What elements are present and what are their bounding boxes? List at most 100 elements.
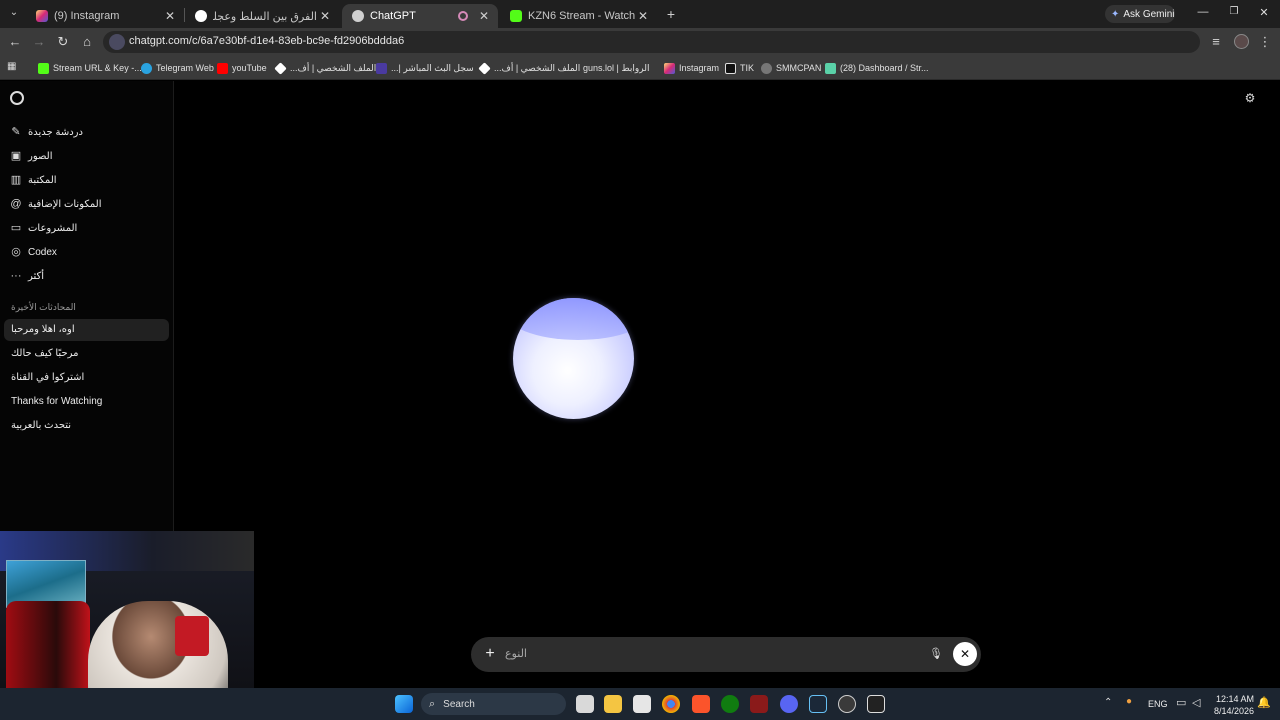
- diamond-icon: [478, 61, 491, 75]
- bookmark-label: guns.lol | الروابط: [583, 62, 650, 73]
- bookmark-item[interactable]: Telegram Web: [141, 61, 214, 75]
- sidebar-item-projects[interactable]: ▭ المشروعات: [10, 218, 168, 238]
- recent-chat-item[interactable]: اشتركوا في القناة: [4, 367, 169, 389]
- media-controls-icon[interactable]: ≡: [1207, 33, 1225, 51]
- back-button[interactable]: ←: [6, 33, 24, 51]
- sidebar-item-label: أكثر: [28, 270, 45, 282]
- tab-chatgpt[interactable]: ChatGPT ✕: [342, 4, 498, 28]
- tab-search-icon[interactable]: ⌄: [6, 7, 22, 21]
- sidebar-item-images[interactable]: ▣ الصور: [10, 146, 168, 166]
- sidebar-item-label: Codex: [28, 246, 57, 258]
- chatgpt-logo-icon[interactable]: [10, 91, 24, 105]
- bookmark-item[interactable]: الملف الشخصي | أف...: [478, 61, 581, 75]
- instagram-icon: [36, 10, 48, 22]
- bookmark-item[interactable]: Instagram: [664, 61, 719, 75]
- sidebar-item-library[interactable]: ▥ المكتبة: [10, 170, 168, 190]
- reload-button[interactable]: ↻: [54, 33, 72, 51]
- site-info-icon[interactable]: [109, 34, 125, 50]
- bookmark-label: Stream URL & Key -...: [53, 63, 142, 73]
- bookmark-item[interactable]: (28) Dashboard / Str...: [825, 61, 929, 75]
- tab-google-search[interactable]: الفرق بين السلط وعجلون - بحث Google ✕: [185, 4, 339, 28]
- language-indicator[interactable]: ENG: [1148, 699, 1168, 709]
- bookmark-item[interactable]: SMMCPAN: [761, 61, 821, 75]
- microphone-icon[interactable]: ●: [1126, 696, 1132, 707]
- recent-chat-item[interactable]: اوه، اهلا ومرحبا: [4, 319, 169, 341]
- address-bar[interactable]: chatgpt.com/c/6a7e30bf-d1e4-83eb-bc9e-fd…: [103, 31, 1200, 53]
- app-circle-icon[interactable]: [838, 695, 856, 713]
- add-attachment-button[interactable]: +: [482, 645, 498, 663]
- bookmark-label: TIK: [740, 63, 755, 73]
- apps-grid-icon[interactable]: ▦: [7, 61, 19, 73]
- epic-games-icon[interactable]: [867, 695, 885, 713]
- kick-icon: [510, 10, 522, 22]
- restore-button[interactable]: ❐: [1227, 6, 1241, 20]
- tab-instagram[interactable]: (9) Instagram ✕: [26, 4, 184, 28]
- task-view-icon[interactable]: [576, 695, 594, 713]
- discord-icon[interactable]: [780, 695, 798, 713]
- close-icon[interactable]: ✕: [317, 9, 333, 23]
- microsoft-store-icon[interactable]: [633, 695, 651, 713]
- steam-icon[interactable]: [809, 695, 827, 713]
- sidebar-item-codex[interactable]: ◎ Codex: [10, 242, 168, 262]
- taskbar-search[interactable]: ⌕ Search: [421, 693, 566, 715]
- bookmark-item[interactable]: guns.lol | الروابط: [583, 61, 649, 75]
- bookmark-item[interactable]: Stream URL & Key -...: [38, 61, 142, 75]
- ask-gemini-button[interactable]: ✦ Ask Gemini: [1105, 5, 1175, 23]
- recent-chat-item[interactable]: نتحدث بالعربية: [4, 415, 169, 437]
- close-icon[interactable]: ✕: [635, 9, 651, 23]
- sidebar-item-more[interactable]: ··· أكثر: [10, 266, 168, 286]
- new-tab-button[interactable]: +: [664, 6, 678, 22]
- end-voice-button[interactable]: ✕: [953, 642, 977, 666]
- clock-date[interactable]: 8/14/2026: [1214, 706, 1254, 716]
- search-icon: ⌕: [429, 697, 436, 710]
- windows-start-icon[interactable]: [395, 695, 413, 713]
- settings-sliders-icon[interactable]: ⚙: [1243, 91, 1257, 105]
- file-explorer-icon[interactable]: [604, 695, 622, 713]
- notification-icon[interactable]: 🔔: [1257, 696, 1271, 709]
- clock-time[interactable]: 12:14 AM: [1216, 694, 1254, 704]
- bookmark-item[interactable]: TIK: [725, 61, 754, 75]
- recent-chat-item[interactable]: Thanks for Watching: [4, 391, 169, 413]
- recent-chat-item[interactable]: مرحبًا كيف حالك: [4, 343, 169, 365]
- chrome-icon[interactable]: [662, 695, 680, 713]
- sidebar-item-plugins[interactable]: @ المكونات الإضافية: [10, 194, 168, 214]
- bookmark-item[interactable]: youTube: [217, 61, 267, 75]
- tray-overflow-icon[interactable]: ⌃: [1104, 697, 1112, 708]
- obs-recording-icon[interactable]: [750, 695, 768, 713]
- youtube-icon: [217, 62, 228, 74]
- brave-icon[interactable]: [692, 695, 710, 713]
- sidebar-item-new-chat[interactable]: ✎ دردشة جديدة: [10, 122, 168, 142]
- menu-icon[interactable]: ⋮: [1256, 33, 1274, 51]
- bookmark-label: Instagram: [679, 63, 720, 73]
- bookmark-label: سجل البث المباشر |...: [391, 62, 474, 73]
- bookmark-item[interactable]: سجل البث المباشر |...: [376, 61, 474, 75]
- minimize-button[interactable]: —: [1196, 6, 1210, 20]
- voice-composer: + النوع 🎙 ✕: [471, 637, 981, 672]
- headset-mic: [175, 616, 209, 656]
- recording-icon: [458, 11, 468, 21]
- sidebar-item-label: دردشة جديدة: [28, 126, 83, 138]
- xbox-icon[interactable]: [721, 695, 739, 713]
- network-icon[interactable]: ▭: [1176, 696, 1186, 709]
- mute-mic-icon[interactable]: 🎙: [928, 646, 944, 662]
- codex-icon: ◎: [11, 246, 21, 258]
- tab-kick-stream[interactable]: KZN6 Stream - Watch Live on Kick ✕: [500, 4, 657, 28]
- profile-avatar[interactable]: [1234, 34, 1249, 49]
- volume-icon[interactable]: ◁: [1192, 696, 1200, 709]
- home-button[interactable]: ⌂: [78, 33, 96, 51]
- close-icon[interactable]: ✕: [162, 9, 178, 23]
- close-icon[interactable]: ✕: [476, 9, 492, 23]
- recent-heading: المحادثات الأخيرة: [11, 302, 76, 312]
- orb-cloud: [513, 298, 634, 340]
- bookmark-label: الملف الشخصي | أف...: [494, 62, 581, 73]
- composer-input[interactable]: النوع: [505, 647, 527, 660]
- tab-title: الفرق بين السلط وعجلون - بحث Google: [213, 10, 317, 23]
- instagram-icon: [664, 62, 675, 74]
- images-icon: ▣: [10, 150, 22, 162]
- tab-strip: ⌄ (9) Instagram ✕ الفرق بين السلط وعجلون…: [0, 0, 1280, 28]
- bookmarks-bar: ▦ Stream URL & Key -... Telegram Web you…: [0, 56, 1280, 80]
- close-window-button[interactable]: ✕: [1257, 6, 1271, 20]
- forward-button[interactable]: →: [30, 33, 48, 51]
- sidebar-item-label: المشروعات: [28, 222, 78, 234]
- bookmark-item[interactable]: الملف الشخصي | أف...: [274, 61, 376, 75]
